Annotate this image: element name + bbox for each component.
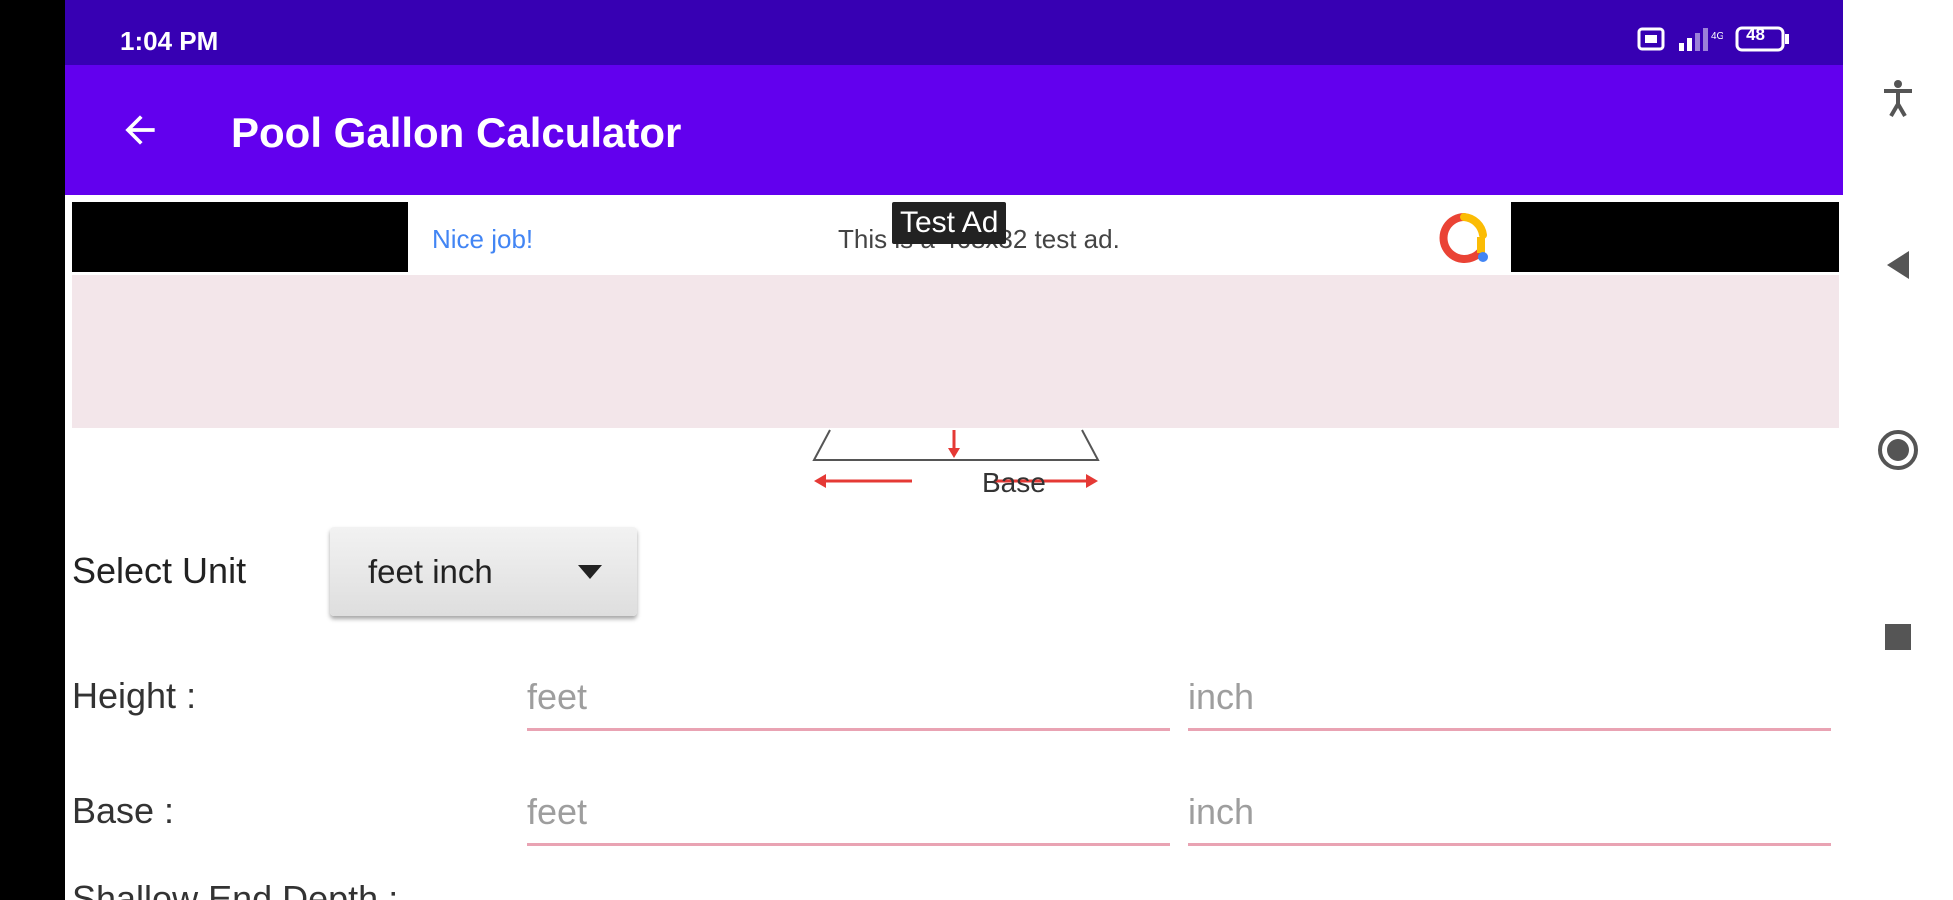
height-label: Height : (72, 675, 197, 716)
height-feet-input[interactable] (527, 666, 1170, 728)
select-unit-label: Select Unit (72, 550, 247, 591)
unit-dropdown[interactable]: feet inch (330, 527, 637, 616)
height-inch-field[interactable] (1188, 666, 1831, 731)
app-screen: 1:04 PM 4G 48 Pool Gallon Calculator Nic… (65, 0, 1843, 900)
notification-icon (1637, 27, 1665, 56)
base-feet-field[interactable] (527, 781, 1170, 846)
status-bar: 1:04 PM 4G 48 (65, 0, 1843, 65)
pool-diagram: Base (810, 428, 1110, 503)
ad-banner[interactable]: Nice job! This is a 468x32 test ad. Test… (72, 202, 1839, 272)
nav-recents-button[interactable] (1873, 612, 1923, 662)
accessibility-button[interactable] (1873, 73, 1923, 123)
height-inch-input[interactable] (1188, 666, 1831, 728)
nav-back-button[interactable] (1873, 240, 1923, 290)
signal-icon: 4G (1677, 27, 1725, 56)
test-ad-badge: Test Ad (892, 202, 1007, 244)
ad-content[interactable]: Nice job! This is a 468x32 test ad. Test… (408, 202, 1511, 272)
nav-home-button[interactable] (1873, 425, 1923, 475)
shallow-end-depth-label: Shallow End Depth : (72, 878, 399, 900)
accessibility-icon (1884, 80, 1912, 118)
square-recents-icon (1885, 624, 1911, 650)
circle-home-icon (1878, 430, 1918, 470)
base-feet-input[interactable] (527, 781, 1170, 843)
app-bar: Pool Gallon Calculator (65, 65, 1843, 195)
trapezoid-diagram (812, 429, 1100, 488)
base-inch-input[interactable] (1188, 781, 1831, 843)
arrow-left-icon (125, 115, 155, 145)
base-inch-field[interactable] (1188, 781, 1831, 846)
caret-down-icon (578, 565, 602, 584)
base-label: Base : (72, 790, 175, 831)
back-button[interactable] (105, 97, 175, 163)
battery-level: 48 (1746, 25, 1765, 44)
diagram-base-label: Base (982, 467, 1046, 498)
triangle-back-icon (1887, 251, 1909, 279)
page-title: Pool Gallon Calculator (231, 109, 682, 156)
navigation-bar (1843, 0, 1953, 900)
unit-selected-value: feet inch (368, 553, 493, 590)
adchoices-logo-icon[interactable] (1437, 211, 1491, 270)
height-feet-field[interactable] (527, 666, 1170, 731)
ad-placeholder-panel (72, 275, 1839, 428)
status-icons: 4G 48 (1637, 25, 1791, 57)
ad-headline: Nice job! (432, 224, 534, 254)
status-time: 1:04 PM (120, 26, 219, 56)
svg-text:4G: 4G (1711, 31, 1723, 42)
